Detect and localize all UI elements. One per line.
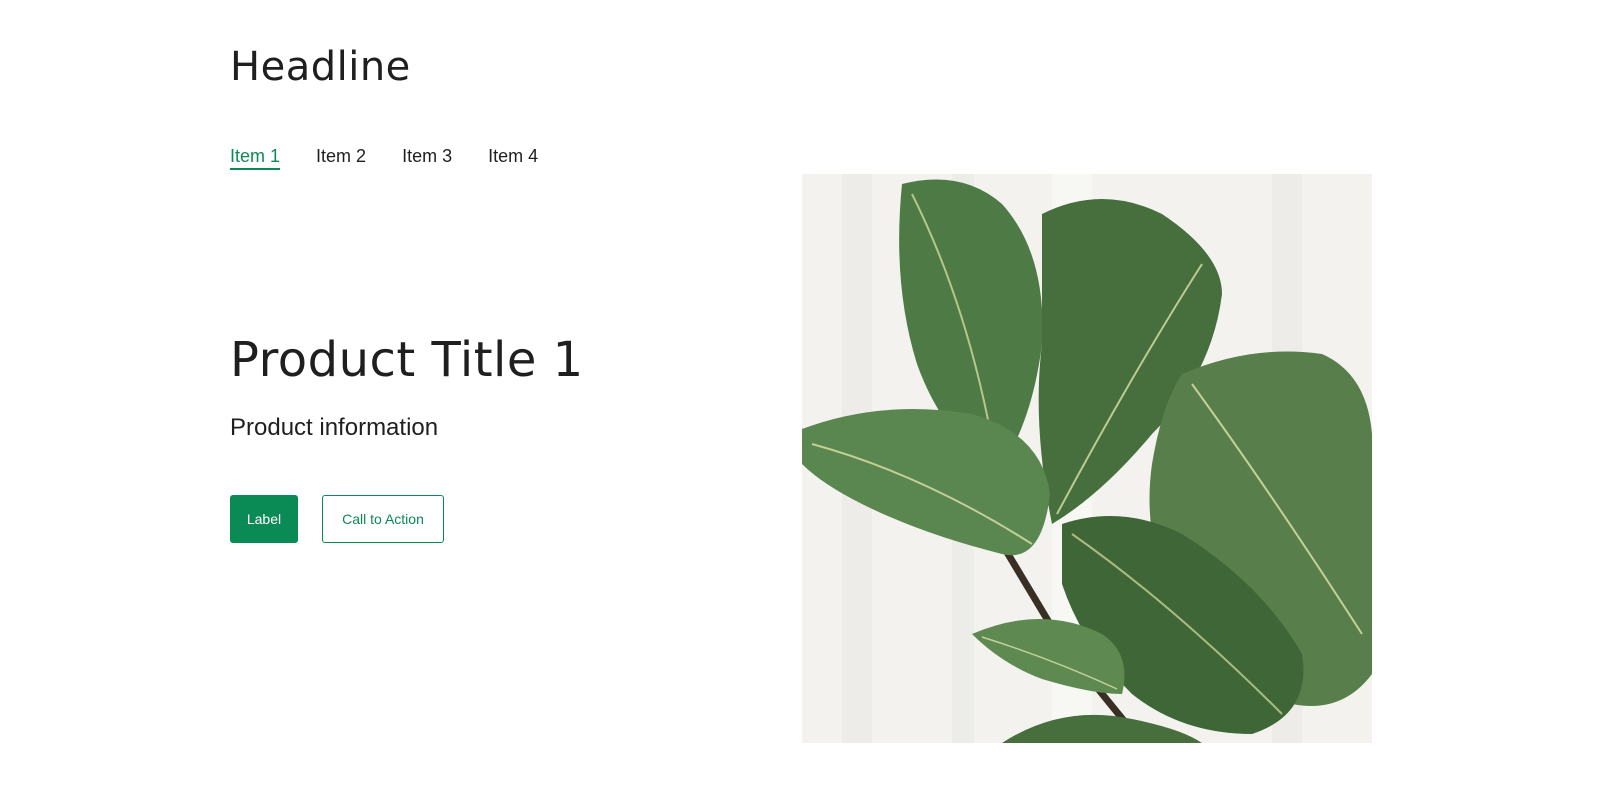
product-information: Product information xyxy=(230,414,439,441)
label-button[interactable]: Label xyxy=(230,495,298,543)
tab-item-1[interactable]: Item 1 xyxy=(230,146,281,170)
tab-item-4[interactable]: Item 4 xyxy=(488,146,538,170)
tab-item-2[interactable]: Item 2 xyxy=(316,146,366,170)
headline: Headline xyxy=(230,44,411,90)
plant-leaves-image xyxy=(802,174,1372,743)
tab-nav: Item 1 Item 2 Item 3 Item 4 xyxy=(230,146,538,170)
button-group: Label Call to Action xyxy=(230,495,444,543)
product-image xyxy=(802,174,1372,743)
tab-item-3[interactable]: Item 3 xyxy=(402,146,452,170)
product-title: Product Title 1 xyxy=(230,332,584,388)
call-to-action-button[interactable]: Call to Action xyxy=(322,495,444,543)
page: Headline Item 1 Item 2 Item 3 Item 4 Pro… xyxy=(0,0,1600,791)
